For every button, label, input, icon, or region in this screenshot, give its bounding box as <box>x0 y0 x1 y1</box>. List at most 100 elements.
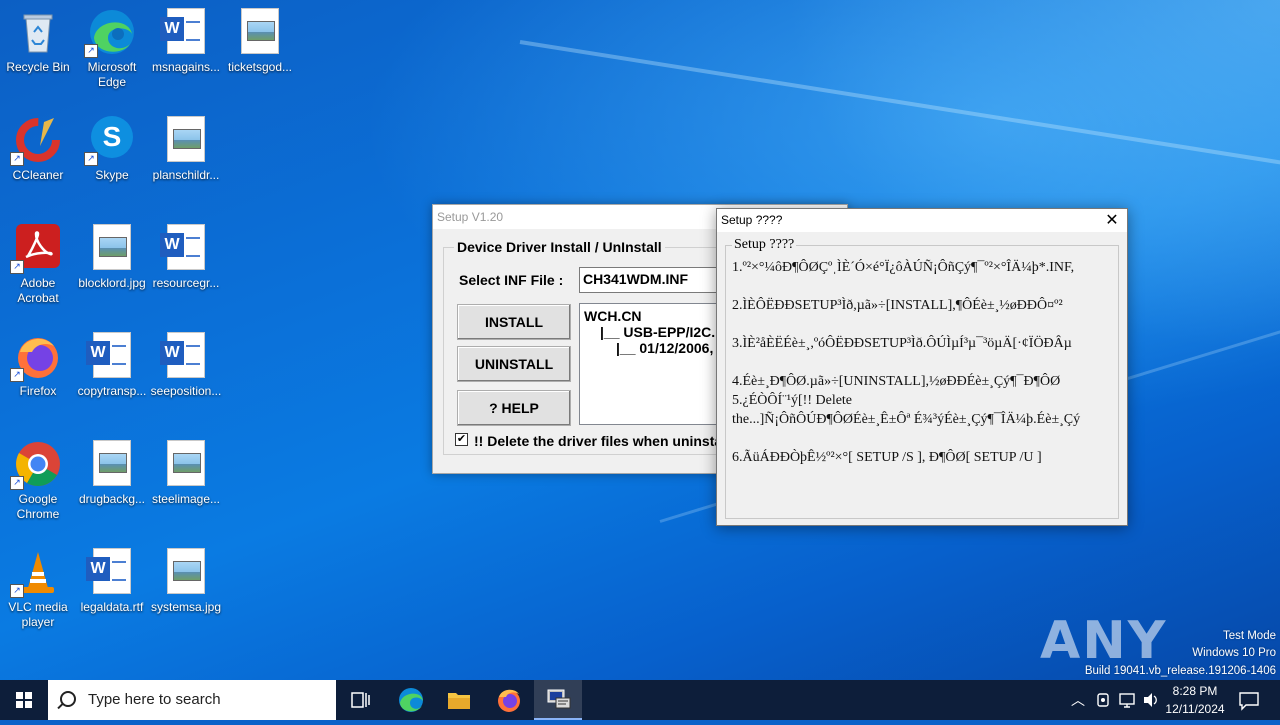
delete-files-label: !! Delete the driver files when uninsta <box>474 433 723 449</box>
desktop-icon-label: Skype <box>95 168 129 182</box>
desktop-icon-firefox[interactable]: ↗ Firefox <box>0 324 76 399</box>
recycle-bin-icon <box>14 8 62 56</box>
select-inf-label: Select INF File : <box>459 272 564 288</box>
desktop-icon-adobe-acrobat[interactable]: ↗ Adobe Acrobat <box>0 216 76 306</box>
desktop-icon-google-chrome[interactable]: ↗ Google Chrome <box>0 432 76 522</box>
desktop-icon-planschildr[interactable]: planschildr... <box>148 108 224 183</box>
vlc-icon: ↗ <box>10 548 62 598</box>
shortcut-arrow-icon: ↗ <box>10 476 24 490</box>
network-icon[interactable] <box>1116 680 1138 720</box>
message-window-title: Setup ???? <box>721 213 783 227</box>
desktop-icon-label: Firefox <box>19 384 57 398</box>
desktop-icon-label: systemsa.jpg <box>150 600 222 614</box>
desktop-icon-systemsa[interactable]: systemsa.jpg <box>148 540 224 615</box>
uninstall-button[interactable]: UNINSTALL <box>457 346 571 382</box>
message-line <box>732 429 1116 448</box>
folder-icon <box>448 693 470 709</box>
tray-device-icon[interactable] <box>1092 680 1114 720</box>
desktop-icon-label: steelimage... <box>151 492 221 506</box>
word-document-icon: W <box>160 8 210 56</box>
image-file-icon <box>88 440 136 488</box>
chrome-icon: ↗ <box>10 440 62 490</box>
image-file-icon <box>236 8 284 56</box>
shortcut-arrow-icon: ↗ <box>10 584 24 598</box>
setup-app-icon <box>547 689 571 709</box>
taskbar-clock[interactable]: 8:28 PM 12/11/2024 <box>1160 682 1230 718</box>
desktop-icon-label: copytransp... <box>77 384 147 398</box>
wallpaper-light-ray <box>519 40 1280 185</box>
shortcut-arrow-icon: ↗ <box>10 152 24 166</box>
desktop-icon-label: blocklord.jpg <box>78 276 146 290</box>
message-line: 1.º²×°¼ôÐ¶ÔØÇºˌÌÈ´Ó×é°Ï¿ôÀÚÑ¡ÔñÇý¶¯º²×°Î… <box>732 260 1075 275</box>
desktop-icon-label: ticketsgod... <box>227 60 293 74</box>
desktop-icon-vlc[interactable]: ↗ VLC media player <box>0 540 76 630</box>
message-window-titlebar[interactable]: Setup ???? ✕ <box>717 209 1127 232</box>
firefox-icon: ↗ <box>10 332 62 382</box>
desktop-icon-label: Google Chrome <box>16 492 60 521</box>
task-view-button[interactable] <box>340 680 380 720</box>
desktop-icon-label: CCleaner <box>12 168 64 182</box>
close-icon[interactable]: ✕ <box>1097 209 1127 232</box>
taskbar-setup-app-button[interactable] <box>534 680 582 720</box>
desktop-icon-legaldata[interactable]: W legaldata.rtf <box>74 540 150 615</box>
setup-message-window: Setup ???? ✕ Setup ???? 1.º²×°¼ôÐ¶ÔØÇºˌÌ… <box>716 208 1128 526</box>
windows-logo-icon <box>16 692 32 708</box>
help-button[interactable]: ? HELP <box>457 390 571 426</box>
desktop-icon-ccleaner[interactable]: ↗ CCleaner <box>0 108 76 183</box>
desktop-icon-recycle-bin[interactable]: Recycle Bin <box>0 0 76 75</box>
taskbar: Type here to search ︿ 8:28 PM 12/11/2024 <box>0 680 1280 720</box>
word-document-icon: W <box>160 224 210 272</box>
desktop-icon-microsoft-edge[interactable]: ↗ Microsoft Edge <box>74 0 150 90</box>
clock-time: 8:28 PM <box>1172 684 1218 698</box>
desktop-icon-label: VLC media player <box>8 600 68 629</box>
message-line: 3.ÌÈ²åÈËÉè±¸,ºóÔËÐÐSETUP³Ìð.ÔÚÌµÍ³µ¯³öµÄ… <box>732 336 1072 351</box>
desktop-icon-resourcegr[interactable]: W resourcegr... <box>148 216 224 291</box>
notification-center-button[interactable] <box>1234 680 1264 720</box>
taskbar-edge-button[interactable] <box>390 680 432 720</box>
desktop-icon-label: seeposition... <box>150 384 222 398</box>
desktop: Recycle Bin ↗ CCleaner ↗ Adobe Acrobat ↗… <box>0 0 1280 680</box>
word-document-icon: W <box>86 548 136 596</box>
image-file-icon <box>162 548 210 596</box>
taskbar-search-box[interactable]: Type here to search <box>48 680 336 720</box>
desktop-icon-drugbackg[interactable]: drugbackg... <box>74 432 150 507</box>
message-line: 5.¿ÉÒÔÍ¨¹ý[!! Delete <box>732 393 853 408</box>
skype-icon: S ↗ <box>84 116 136 166</box>
delete-files-checkbox[interactable]: ✔ <box>455 433 468 446</box>
image-file-icon <box>88 224 136 272</box>
message-line <box>732 353 1116 372</box>
desktop-icon-msnagains[interactable]: W msnagains... <box>148 0 224 75</box>
groupbox-title: Device Driver Install / UnInstall <box>454 239 665 255</box>
desktop-icon-label: Adobe Acrobat <box>17 276 59 305</box>
install-button[interactable]: INSTALL <box>457 304 571 340</box>
message-line <box>732 277 1116 296</box>
show-hidden-icons-chevron-icon[interactable]: ︿ <box>1066 680 1090 720</box>
desktop-icon-skype[interactable]: S ↗ Skype <box>74 108 150 183</box>
message-line: 4.Éè±¸Ð¶ÔØ.µã»÷[UNINSTALL],½øÐÐÉè±¸Çý¶¯Ð… <box>732 374 1061 389</box>
desktop-icon-blocklord[interactable]: blocklord.jpg <box>74 216 150 291</box>
os-edition-text: Windows 10 Pro <box>1192 647 1276 659</box>
notification-icon <box>1239 692 1259 711</box>
desktop-icon-label: planschildr... <box>152 168 220 182</box>
volume-icon[interactable] <box>1140 680 1162 720</box>
message-groupbox: Setup ???? 1.º²×°¼ôÐ¶ÔØÇºˌÌÈ´Ó×é°Ï¿ôÀÚÑ¡… <box>725 237 1119 519</box>
word-document-icon: W <box>160 332 210 380</box>
ccleaner-icon: ↗ <box>10 116 62 166</box>
desktop-icon-label: legaldata.rtf <box>80 600 144 614</box>
message-line <box>732 315 1116 334</box>
message-body: 1.º²×°¼ôÐ¶ÔØÇºˌÌÈ´Ó×é°Ï¿ôÀÚÑ¡ÔñÇý¶¯º²×°Î… <box>732 258 1116 467</box>
start-button[interactable] <box>0 680 48 720</box>
desktop-icon-seeposition[interactable]: W seeposition... <box>148 324 224 399</box>
edge-icon: ↗ <box>84 8 136 58</box>
search-icon <box>60 691 76 707</box>
taskbar-file-explorer-button[interactable] <box>438 680 480 720</box>
taskbar-firefox-button[interactable] <box>488 680 530 720</box>
task-view-icon <box>351 692 370 708</box>
adobe-acrobat-icon: ↗ <box>10 224 62 274</box>
desktop-icon-copytransp[interactable]: W copytransp... <box>74 324 150 399</box>
desktop-icon-ticketsgod[interactable]: ticketsgod... <box>222 0 298 75</box>
image-file-icon <box>162 116 210 164</box>
message-line: the...]Ñ¡ÔñÔÚÐ¶ÔØÉè±¸Ê±Ôª É¾³ýÉè±¸Çý¶¯ÎÄ… <box>732 412 1081 427</box>
desktop-icon-label: drugbackg... <box>78 492 146 506</box>
desktop-icon-steelimage[interactable]: steelimage... <box>148 432 224 507</box>
